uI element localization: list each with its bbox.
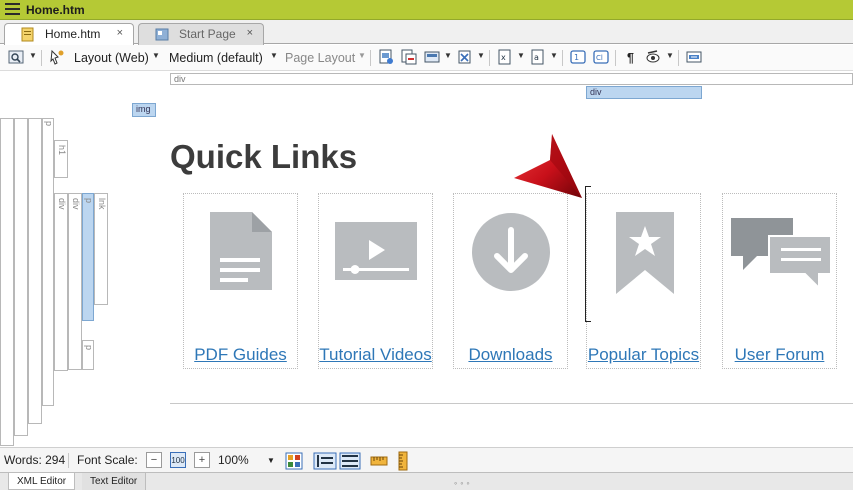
tab-label: Home.htm <box>45 27 101 41</box>
close-tab-icon[interactable]: × <box>117 27 123 39</box>
font-scale-increase-button[interactable]: + <box>194 452 210 468</box>
insert-image-icon[interactable] <box>378 49 394 65</box>
chevron-down-icon[interactable]: ▼ <box>517 51 525 60</box>
snippet-icon[interactable]: a <box>530 49 546 65</box>
svg-text:x: x <box>501 53 506 62</box>
pdf-guides-link[interactable]: PDF Guides <box>184 345 297 365</box>
structure-bar-img[interactable]: img <box>132 103 156 117</box>
popular-topics-link[interactable]: Popular Topics <box>587 345 700 365</box>
layout-dropdown[interactable]: Layout (Web) <box>74 49 149 67</box>
structure-column-lnk[interactable]: lnk <box>94 193 108 305</box>
editor-mode-tabs: XML Editor Text Editor ◦◦◦ <box>0 472 853 490</box>
show-structure-top-icon[interactable] <box>339 452 361 470</box>
red-pointer-arrow-icon <box>514 134 582 198</box>
structure-column-div[interactable]: div <box>68 193 82 370</box>
svg-text:Cl: Cl <box>596 54 603 62</box>
chevron-down-icon[interactable]: ▼ <box>358 51 366 60</box>
numbered-list-icon[interactable]: 1 <box>570 49 586 65</box>
svg-text:1: 1 <box>574 53 579 62</box>
video-icon <box>335 222 417 280</box>
chevron-down-icon[interactable]: ▼ <box>29 51 37 60</box>
selection-bracket <box>585 186 591 322</box>
chevron-down-icon[interactable]: ▼ <box>550 51 558 60</box>
eye-preview-icon[interactable] <box>645 49 661 65</box>
tab-xml-editor[interactable]: XML Editor <box>8 473 76 490</box>
close-tab-icon[interactable]: × <box>247 27 253 39</box>
quick-link-card[interactable]: Tutorial Videos <box>318 193 433 369</box>
chevron-down-icon[interactable]: ▼ <box>152 51 160 60</box>
title-bar: Home.htm <box>0 0 853 20</box>
tab-text-editor[interactable]: Text Editor <box>82 473 147 490</box>
quick-link-card[interactable]: Downloads <box>453 193 568 369</box>
document-icon <box>210 212 272 290</box>
tab-label: Start Page <box>179 27 236 41</box>
window-title: Home.htm <box>26 3 85 17</box>
medium-value: Medium (default) <box>169 51 263 65</box>
layout-value: Layout (Web) <box>74 51 149 65</box>
page-heading: Quick Links <box>170 138 358 175</box>
downloads-link[interactable]: Downloads <box>454 345 567 365</box>
structure-column[interactable] <box>14 118 28 436</box>
html-file-icon <box>21 27 34 42</box>
insert-link-icon[interactable] <box>401 49 417 65</box>
zoom-value[interactable]: 100% <box>218 453 249 467</box>
show-structure-left-icon[interactable] <box>313 452 337 470</box>
ruler-vertical-icon[interactable] <box>396 451 410 471</box>
chevron-down-icon[interactable]: ▼ <box>270 51 278 60</box>
quick-link-card[interactable]: User Forum <box>722 193 837 369</box>
insert-media-icon[interactable] <box>424 49 440 65</box>
show-paragraph-marks-button[interactable]: ¶ <box>627 49 634 67</box>
chevron-down-icon[interactable]: ▼ <box>444 51 452 60</box>
ruler-horizontal-icon[interactable] <box>370 454 388 468</box>
font-scale-decrease-button[interactable]: − <box>146 452 162 468</box>
cross-reference-icon[interactable] <box>457 49 473 65</box>
svg-text:a: a <box>534 53 539 62</box>
insert-row-icon[interactable] <box>686 49 702 65</box>
show-tags-icon[interactable] <box>49 49 65 65</box>
pilcrow-label: ¶ <box>627 51 634 65</box>
structure-column-p-selected[interactable]: p <box>82 193 94 321</box>
word-count: Words: 294 <box>4 453 66 467</box>
color-grid-icon[interactable] <box>285 452 303 470</box>
structure-column-h1[interactable]: h1 <box>54 140 68 178</box>
quick-link-card[interactable]: Popular Topics <box>586 193 701 369</box>
download-icon <box>472 213 550 291</box>
condition-icon[interactable]: Cl <box>593 49 609 65</box>
bookmark-star-icon <box>616 212 674 294</box>
font-scale-label: Font Scale: <box>77 453 138 467</box>
wysiwyg-editor[interactable]: div div img p h1 div div p lnk p Quick L… <box>0 72 853 446</box>
resize-grip[interactable]: ◦◦◦ <box>454 478 473 488</box>
start-page-icon <box>155 28 169 41</box>
tutorial-videos-link[interactable]: Tutorial Videos <box>319 345 432 365</box>
chevron-down-icon[interactable]: ▼ <box>267 456 275 465</box>
preview-icon[interactable] <box>8 49 24 65</box>
document-tab-strip: Home.htm × Start Page × <box>0 20 853 45</box>
tab-home-htm[interactable]: Home.htm × <box>4 23 134 45</box>
quick-link-card[interactable]: PDF Guides <box>183 193 298 369</box>
chevron-down-icon[interactable]: ▼ <box>666 51 674 60</box>
page-layout-dropdown[interactable]: Page Layout <box>285 49 355 67</box>
structure-column-p[interactable]: p <box>82 340 94 370</box>
chat-bubbles-icon <box>731 218 832 290</box>
chevron-down-icon[interactable]: ▼ <box>477 51 485 60</box>
tab-start-page[interactable]: Start Page × <box>138 23 264 45</box>
structure-column-div[interactable]: div <box>54 193 68 371</box>
font-scale-reset-button[interactable]: 100 <box>170 452 186 468</box>
page-layout-value: Page Layout <box>285 51 356 65</box>
variable-icon[interactable]: x <box>497 49 513 65</box>
user-forum-link[interactable]: User Forum <box>723 345 836 365</box>
medium-dropdown[interactable]: Medium (default) <box>169 49 263 67</box>
editor-toolbar: ▼ Layout (Web) ▼ Medium (default) ▼ Page… <box>0 45 853 71</box>
structure-bar-div[interactable]: div <box>170 73 853 85</box>
structure-column[interactable] <box>28 118 42 424</box>
structure-bar-div-selected[interactable]: div <box>586 86 702 99</box>
structure-column-p[interactable]: p <box>42 118 54 406</box>
structure-column[interactable] <box>0 118 14 446</box>
status-bar: Words: 294 Font Scale: − 100 + 100% ▼ <box>0 447 853 472</box>
horizontal-rule <box>170 403 853 404</box>
hamburger-menu-icon[interactable] <box>5 3 20 16</box>
